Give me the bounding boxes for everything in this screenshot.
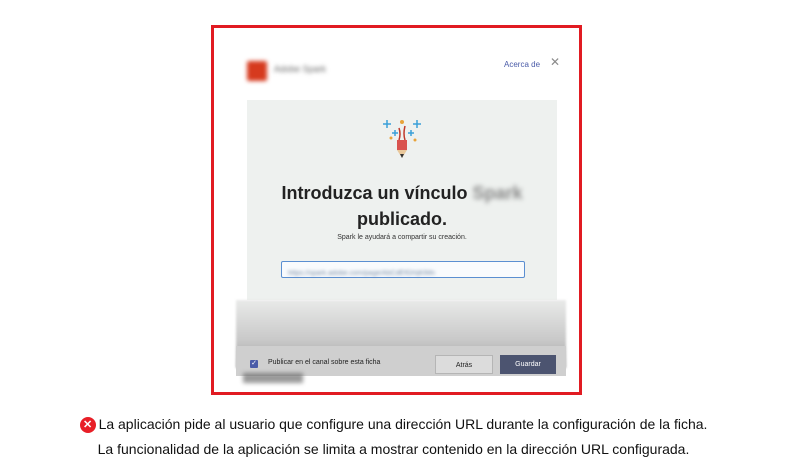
url-input[interactable]: https://spark.adobe.com/page/AbCdEfGhIjK… xyxy=(281,261,525,278)
dialog-header: Adobe Spark Acerca de ✕ xyxy=(214,28,579,98)
app-logo xyxy=(247,61,267,81)
content-card: Introduzca un vínculo Spark publicado. S… xyxy=(247,100,557,300)
publish-checkbox[interactable]: ✓ xyxy=(250,360,258,368)
caption: ✕ La aplicación pide al usuario que confi… xyxy=(0,412,787,462)
screenshot-frame: Adobe Spark Acerca de ✕ Introduzca un ví… xyxy=(211,25,582,395)
error-icon: ✕ xyxy=(79,417,96,433)
close-icon[interactable]: ✕ xyxy=(550,55,560,69)
dialog-footer: ✓ Publicar en el canal sobre esta ficha … xyxy=(236,346,566,376)
heading-blurred-word: Spark xyxy=(472,183,523,203)
app-name: Adobe Spark xyxy=(274,64,327,74)
back-button[interactable]: Atrás xyxy=(435,355,493,374)
url-input-value: https://spark.adobe.com/page/AbCdEfGhIjK… xyxy=(288,270,436,277)
save-button[interactable]: Guardar xyxy=(500,355,556,374)
caption-line-2: La funcionalidad de la aplicación se lim… xyxy=(97,441,690,457)
heading-line-1: Introduzca un vínculo xyxy=(281,183,468,203)
heading-line-2: publicado. xyxy=(357,209,447,229)
publish-checkbox-label: Publicar en el canal sobre esta ficha xyxy=(268,359,381,366)
celebration-icon xyxy=(383,120,421,158)
helper-text: Spark le ayudará a compartir su creación… xyxy=(337,234,467,241)
page-title: Introduzca un vínculo Spark publicado. xyxy=(247,180,557,232)
about-link[interactable]: Acerca de xyxy=(504,60,540,69)
blurred-artifact xyxy=(243,373,303,383)
caption-line-1: La aplicación pide al usuario que config… xyxy=(98,416,708,432)
